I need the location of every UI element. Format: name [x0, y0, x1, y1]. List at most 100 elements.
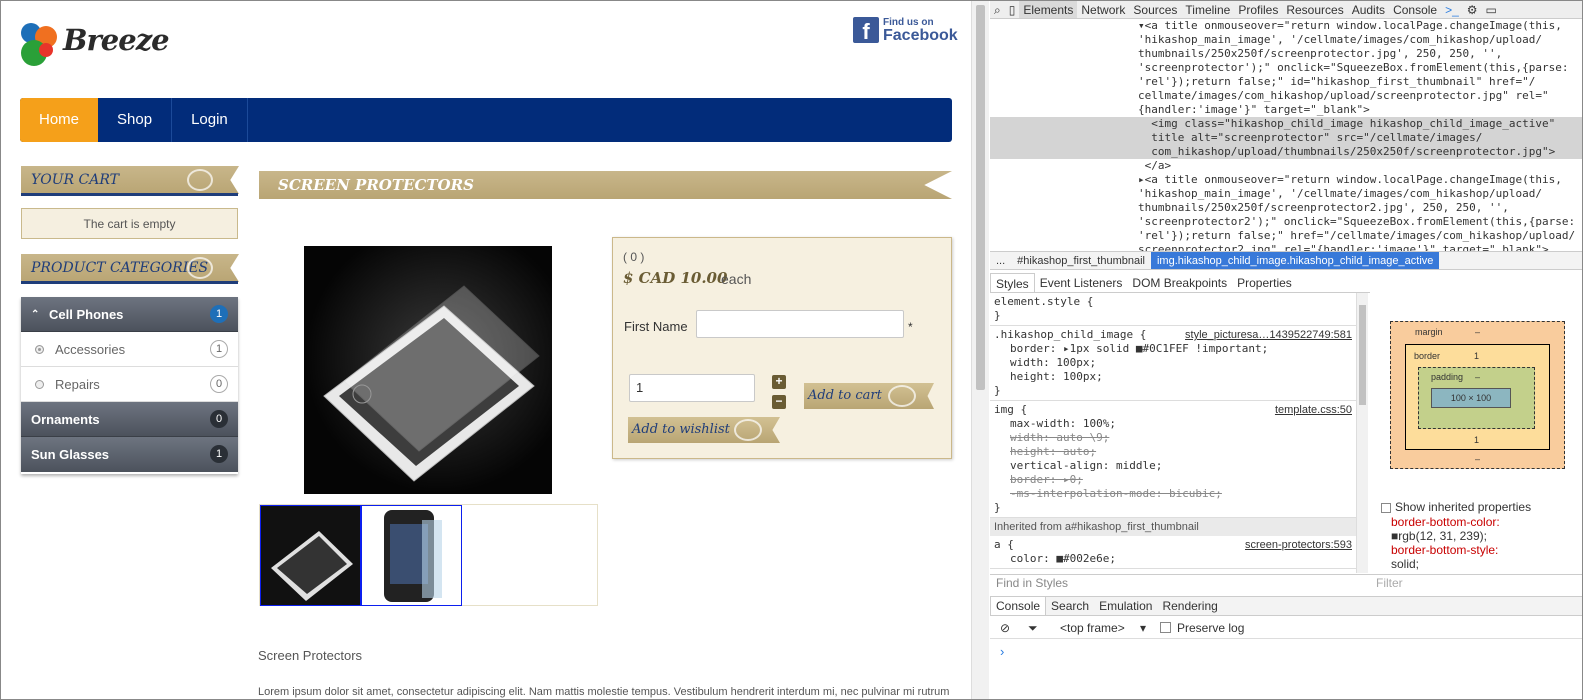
css-property[interactable]: height: 100px;	[994, 370, 1352, 384]
tab-elements[interactable]: Elements	[1019, 1, 1078, 18]
rule-child-image[interactable]: style_picturesa…1439522749:581 .hikashop_…	[990, 326, 1356, 401]
css-property[interactable]: border: ▸1px solid ■#0C1FEF !important;	[994, 342, 1352, 356]
tab-styles[interactable]: Styles	[990, 273, 1035, 292]
dom-line[interactable]: cellmate/images/com_hikashop/upload/scre…	[990, 89, 1582, 103]
dom-line[interactable]: ▾<a title onmouseover="return window.loc…	[990, 19, 1582, 33]
scrollbar-thumb[interactable]	[976, 5, 985, 390]
page-scrollbar[interactable]	[971, 1, 989, 699]
thumbnail-screenprotector2[interactable]	[361, 505, 462, 606]
dom-line-selected[interactable]: com_hikashop/upload/thumbnails/250x250f/…	[990, 145, 1582, 159]
css-property-overridden[interactable]: height: auto;	[994, 445, 1352, 459]
rule-source-link[interactable]: style_picturesa…1439522749:581	[1185, 328, 1352, 342]
tab-profiles[interactable]: Profiles	[1234, 1, 1282, 18]
category-accessories[interactable]: Accessories 1	[21, 332, 238, 367]
tab-event-listeners[interactable]: Event Listeners	[1035, 273, 1128, 292]
computed-value[interactable]: ■rgb(12, 31, 239);	[1376, 529, 1576, 543]
dom-line-selected[interactable]: title alt="screenprotector" src="/cellma…	[990, 131, 1582, 145]
dom-line[interactable]: </a>	[990, 159, 1582, 173]
drawer-tab-console[interactable]: Console	[990, 597, 1047, 615]
css-property[interactable]: max-width: 100%;	[994, 417, 1352, 431]
dom-line[interactable]: 'screenprotector');" onclick="SqueezeBox…	[990, 61, 1582, 75]
tab-timeline[interactable]: Timeline	[1181, 1, 1234, 18]
dom-line[interactable]: 'rel'});return false;" href="/cellmate/i…	[990, 229, 1582, 243]
drawer-tab-emulation[interactable]: Emulation	[1094, 597, 1157, 615]
add-to-wishlist-label: Add to wishlist	[632, 422, 730, 437]
nav-login[interactable]: Login	[172, 98, 248, 142]
crumb-anchor[interactable]: #hikashop_first_thumbnail	[1011, 252, 1151, 269]
thumbnail-screenprotector[interactable]	[260, 505, 361, 606]
tab-audits[interactable]: Audits	[1348, 1, 1389, 18]
dom-line[interactable]: 'screenprotector2');" onclick="SqueezeBo…	[990, 215, 1582, 229]
rule-source-link[interactable]: screen-protectors:593	[1245, 538, 1352, 552]
categories-rule	[21, 281, 238, 284]
drawer-tab-search[interactable]: Search	[1046, 597, 1094, 615]
dock-icon[interactable]: ▭	[1482, 1, 1501, 18]
computed-prop[interactable]: border-bottom-color:	[1376, 515, 1576, 529]
clear-console-icon[interactable]: ⊘	[1000, 617, 1010, 639]
category-repairs[interactable]: Repairs 0	[21, 367, 238, 402]
category-sun-glasses[interactable]: Sun Glasses 1	[21, 437, 238, 472]
css-property[interactable]: color: ■#002e6e;	[994, 552, 1352, 566]
dom-tree[interactable]: ▾<a title onmouseover="return window.loc…	[990, 19, 1582, 251]
rule-anchor[interactable]: screen-protectors:593 a { color: ■#002e6e…	[990, 536, 1356, 569]
dom-line[interactable]: thumbnails/250x250f/screenprotector.jpg'…	[990, 47, 1582, 61]
facebook-link[interactable]: f Find us on Facebook	[853, 15, 963, 47]
rule-source-link[interactable]: template.css:50	[1275, 403, 1352, 417]
dom-line[interactable]: 'hikashop_main_image', '/cellmate/images…	[990, 33, 1582, 47]
tab-sources[interactable]: Sources	[1129, 1, 1181, 18]
console-drawer-icon[interactable]: >_	[1441, 1, 1463, 18]
first-name-input[interactable]	[696, 310, 904, 338]
dom-line-selected[interactable]: <img class="hikashop_child_image hikasho…	[990, 117, 1582, 131]
quantity-minus-button[interactable]: −	[772, 395, 786, 409]
crumb-img[interactable]: img.hikashop_child_image.hikashop_child_…	[1150, 252, 1440, 269]
scrollbar-thumb[interactable]	[1359, 305, 1366, 405]
computed-filter-input[interactable]: Filter	[1376, 576, 1403, 590]
css-property-overridden[interactable]: width: auto \9;	[994, 431, 1352, 445]
quantity-plus-button[interactable]: +	[772, 375, 786, 389]
tab-console[interactable]: Console	[1389, 1, 1441, 18]
dom-line[interactable]: 'rel'});return false;" id="hikashop_firs…	[990, 75, 1582, 89]
quantity-input[interactable]: 1	[629, 374, 755, 402]
search-icon[interactable]: ⌕	[990, 1, 1005, 18]
css-property[interactable]: vertical-align: middle;	[994, 459, 1352, 473]
find-in-styles-input[interactable]: Find in Styles	[990, 574, 1582, 592]
category-cell-phones[interactable]: ⌃ Cell Phones 1	[21, 297, 238, 332]
nav-shop[interactable]: Shop	[98, 98, 173, 142]
crumb-ellipsis[interactable]: ...	[990, 252, 1011, 269]
site-logo[interactable]: Breeze	[19, 17, 170, 71]
rule-img[interactable]: template.css:50 img { max-width: 100%; wi…	[990, 401, 1356, 518]
css-property[interactable]: width: 100px;	[994, 356, 1352, 370]
tab-resources[interactable]: Resources	[1282, 1, 1347, 18]
product-main-image[interactable]	[304, 246, 552, 494]
frame-selector[interactable]: <top frame>	[1060, 617, 1125, 639]
nav-home[interactable]: Home	[20, 98, 99, 142]
tab-network[interactable]: Network	[1077, 1, 1129, 18]
categories-title: PRODUCT CATEGORIES	[31, 260, 209, 276]
checkbox-icon[interactable]	[1381, 502, 1391, 513]
filter-icon[interactable]: ⏷	[1028, 617, 1038, 639]
gear-icon[interactable]: ⚙	[1463, 1, 1482, 18]
tab-dom-breakpoints[interactable]: DOM Breakpoints	[1127, 273, 1232, 292]
dom-line[interactable]: ▸<a title onmouseover="return window.loc…	[990, 173, 1582, 187]
dom-line[interactable]: thumbnails/250x250f/screenprotector2.jpg…	[990, 201, 1582, 215]
rule-element-style[interactable]: element.style { }	[990, 293, 1356, 326]
console-prompt[interactable]: ›	[1000, 644, 1004, 659]
dom-line[interactable]: 'hikashop_main_image', '/cellmate/images…	[990, 187, 1582, 201]
category-ornaments[interactable]: Ornaments 0	[21, 402, 238, 437]
drawer-tab-rendering[interactable]: Rendering	[1157, 597, 1222, 615]
styles-scrollbar[interactable]	[1356, 293, 1368, 573]
tab-properties[interactable]: Properties	[1232, 273, 1297, 292]
preserve-log-checkbox[interactable]	[1160, 622, 1171, 633]
chevron-down-icon[interactable]: ▾	[1140, 617, 1146, 639]
computed-prop[interactable]: border-bottom-style:	[1376, 543, 1576, 557]
show-inherited-toggle[interactable]: Show inherited properties	[1381, 500, 1531, 514]
css-property-overridden[interactable]: -ms-interpolation-mode: bicubic;	[994, 487, 1352, 501]
add-to-wishlist-button[interactable]: Add to wishlist	[628, 417, 780, 443]
css-property-overridden[interactable]: border: ▸0;	[994, 473, 1352, 487]
description-title: Screen Protectors	[258, 648, 363, 663]
computed-value[interactable]: solid;	[1376, 557, 1576, 571]
dom-line[interactable]: screenprotector2.jpg" rel="{handler:'ima…	[990, 243, 1582, 251]
device-mode-icon[interactable]: ▯	[1005, 1, 1020, 18]
dom-line[interactable]: {handler:'image'}" target="_blank">	[990, 103, 1582, 117]
add-to-cart-button[interactable]: Add to cart	[804, 383, 934, 409]
